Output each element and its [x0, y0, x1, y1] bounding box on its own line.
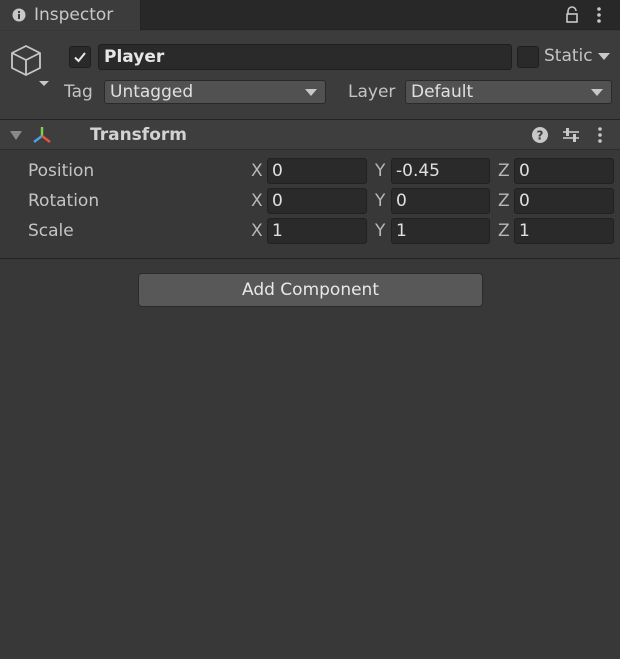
caret-down-icon: [591, 89, 603, 96]
menu-dots-icon[interactable]: [595, 126, 605, 144]
tag-value: Untagged: [110, 82, 194, 102]
help-icon[interactable]: ?: [531, 126, 549, 144]
tag-label: Tag: [64, 82, 93, 102]
foldout-arrow-icon[interactable]: [10, 131, 22, 140]
axis-z-label[interactable]: Z: [498, 161, 510, 181]
rotation-row: Rotation X 0 Y 0 Z 0: [0, 187, 620, 215]
layer-value: Default: [411, 82, 474, 102]
rotation-z-field[interactable]: 0: [514, 188, 614, 214]
scale-row: Scale X 1 Y 1 Z 1: [0, 217, 620, 245]
scale-y-field[interactable]: 1: [391, 218, 490, 244]
tab-strip: Inspector: [0, 0, 620, 30]
rotation-y-field[interactable]: 0: [391, 188, 490, 214]
tab-title: Inspector: [34, 5, 114, 25]
axis-x-label[interactable]: X: [251, 161, 263, 181]
rotation-x-field[interactable]: 0: [267, 188, 367, 214]
info-icon: [12, 8, 26, 22]
checkmark-icon: [74, 52, 86, 63]
layer-label: Layer: [348, 82, 396, 102]
scale-z-field[interactable]: 1: [514, 218, 614, 244]
name-field[interactable]: Player: [98, 44, 512, 70]
menu-dots-icon[interactable]: [594, 6, 604, 24]
axis-z-label[interactable]: Z: [498, 191, 510, 211]
caret-down-icon: [305, 89, 317, 96]
position-z-field[interactable]: 0: [514, 158, 614, 184]
inspector-window: Inspector Player Static Tag Untagged Lay…: [0, 0, 620, 659]
object-header: Player Static Tag Untagged Layer Default: [0, 31, 620, 119]
scale-x-field[interactable]: 1: [267, 218, 367, 244]
transform-component-header[interactable]: Transform ?: [0, 119, 620, 150]
position-x-field[interactable]: 0: [267, 158, 367, 184]
lock-icon[interactable]: [564, 6, 580, 24]
svg-text:?: ?: [537, 129, 544, 143]
add-component-button[interactable]: Add Component: [138, 273, 483, 307]
transform-icon: [33, 127, 51, 143]
active-checkbox[interactable]: [69, 46, 91, 68]
cube-icon[interactable]: [8, 43, 54, 89]
caret-down-icon[interactable]: [598, 53, 610, 61]
axis-y-label[interactable]: Y: [375, 161, 385, 181]
position-row: Position X 0 Y -0.45 Z 0: [0, 157, 620, 185]
axis-z-label[interactable]: Z: [498, 221, 510, 241]
static-checkbox[interactable]: [517, 46, 539, 68]
tab-inspector[interactable]: Inspector: [0, 0, 141, 30]
axis-x-label[interactable]: X: [251, 191, 263, 211]
component-divider: [0, 258, 620, 259]
position-y-field[interactable]: -0.45: [391, 158, 490, 184]
static-label[interactable]: Static: [544, 46, 593, 66]
rotation-label: Rotation: [28, 191, 100, 211]
layer-dropdown[interactable]: Default: [405, 80, 612, 104]
tag-dropdown[interactable]: Untagged: [104, 80, 326, 104]
axis-y-label[interactable]: Y: [375, 221, 385, 241]
scale-label: Scale: [28, 221, 74, 241]
component-title: Transform: [90, 125, 187, 145]
axis-y-label[interactable]: Y: [375, 191, 385, 211]
position-label: Position: [28, 161, 95, 181]
preset-icon[interactable]: [562, 126, 580, 144]
axis-x-label[interactable]: X: [251, 221, 263, 241]
